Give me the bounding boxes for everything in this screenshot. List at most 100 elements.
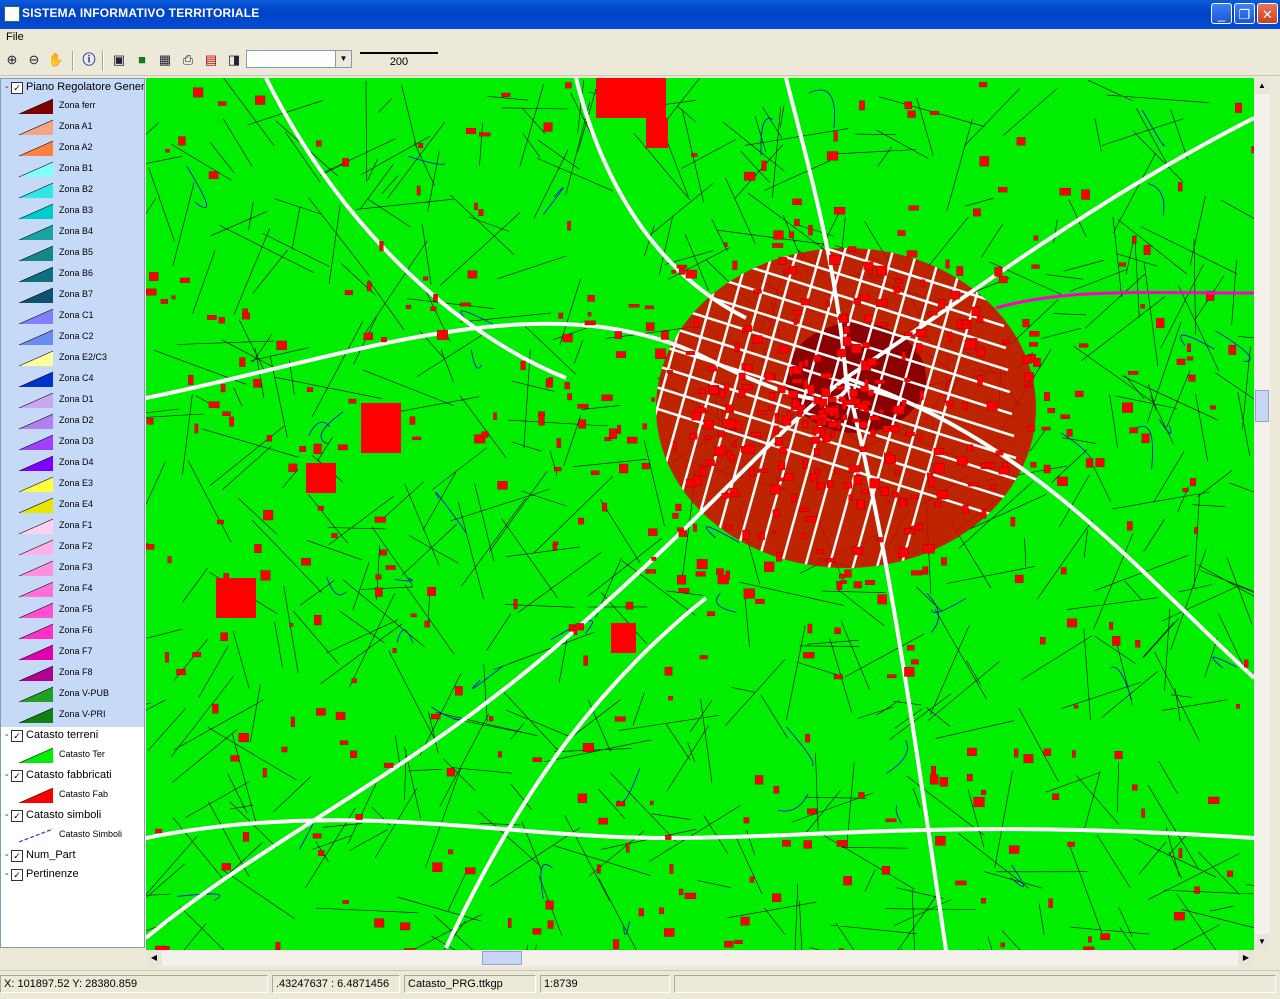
building — [626, 842, 630, 853]
building — [860, 293, 870, 301]
zoom-out-icon[interactable]: ⊖ — [25, 51, 43, 69]
building — [812, 427, 822, 434]
legend-swatch — [18, 644, 54, 661]
legend-item-label: Zona F8 — [59, 667, 93, 677]
vertical-scrollbar[interactable]: ▲ ▼ — [1254, 78, 1270, 950]
building — [917, 433, 923, 439]
checkbox-checked-icon[interactable]: ✓ — [11, 82, 23, 94]
large-building — [216, 578, 256, 618]
building — [532, 928, 542, 935]
checkbox-checked-icon[interactable]: ✓ — [11, 850, 23, 862]
building — [418, 142, 424, 149]
legend-item-zona-v-pri: Zona V-PRI — [15, 705, 144, 725]
building — [549, 377, 553, 384]
zoom-in-icon[interactable]: ⊕ — [3, 51, 21, 69]
building — [754, 775, 764, 785]
legend-group-pertinenze[interactable]: - ✓ Pertinenze — [5, 868, 79, 884]
building — [718, 430, 725, 438]
scroll-left-icon[interactable]: ◀ — [146, 950, 162, 966]
building — [929, 110, 939, 115]
layer-combo[interactable]: ▼ — [246, 50, 352, 68]
building — [859, 100, 865, 111]
legend-group-num-part[interactable]: - ✓ Num_Part — [5, 849, 76, 865]
building — [194, 423, 199, 434]
print-icon[interactable]: ⎙ — [179, 51, 197, 69]
building — [1081, 189, 1090, 200]
building — [188, 374, 194, 385]
building — [1000, 942, 1005, 948]
building — [160, 299, 168, 304]
info-icon[interactable]: ⓘ — [80, 51, 98, 69]
building — [772, 243, 784, 248]
checkbox-checked-icon[interactable]: ✓ — [11, 730, 23, 742]
pan-hand-icon[interactable]: ✋ — [47, 51, 65, 69]
grid-icon[interactable]: ▦ — [156, 51, 174, 69]
close-button[interactable]: ✕ — [1257, 3, 1278, 24]
building — [146, 418, 154, 425]
legend-group-catasto-simboli[interactable]: - ✓ Catasto simboli — [5, 809, 101, 825]
scroll-up-icon[interactable]: ▲ — [1254, 78, 1270, 94]
checkbox-checked-icon[interactable]: ✓ — [11, 770, 23, 782]
vertical-scroll-thumb[interactable] — [1255, 390, 1269, 422]
checkbox-checked-icon[interactable]: ✓ — [11, 810, 23, 822]
status-project: Catasto_PRG.ttkgp — [404, 975, 536, 993]
building — [582, 743, 595, 752]
minimize-button[interactable]: _ — [1211, 3, 1232, 24]
checkbox-checked-icon[interactable]: ✓ — [11, 869, 23, 881]
building — [1067, 841, 1075, 847]
legend-swatch — [18, 434, 54, 451]
building — [826, 151, 839, 161]
building — [355, 814, 363, 820]
building — [678, 888, 684, 896]
building — [844, 569, 852, 578]
legend-group-catasto-terreni[interactable]: - ✓ Catasto terreni — [5, 729, 98, 745]
scroll-right-icon[interactable]: ▶ — [1238, 950, 1254, 966]
building — [1109, 622, 1114, 630]
building — [705, 459, 715, 466]
building — [860, 385, 869, 392]
legend-group-label: Catasto terreni — [26, 729, 99, 741]
building — [794, 219, 800, 227]
building — [853, 475, 863, 485]
building — [910, 495, 919, 500]
legend-item-zona-e2-c3: Zona E2/C3 — [15, 348, 144, 368]
building — [1043, 748, 1051, 756]
map-view-icon[interactable]: ▣ — [110, 51, 128, 69]
legend-item-label: Zona V-PRI — [59, 709, 106, 719]
export-icon[interactable]: ◨ — [225, 51, 243, 69]
building — [1174, 912, 1185, 921]
layer-icon[interactable]: ■ — [133, 51, 151, 69]
building — [778, 461, 786, 470]
scroll-down-icon[interactable]: ▼ — [1254, 934, 1270, 950]
maximize-button[interactable]: ❐ — [1234, 3, 1255, 24]
building — [849, 389, 858, 398]
building — [894, 279, 903, 284]
building — [955, 880, 967, 886]
building — [843, 876, 852, 886]
building — [928, 477, 935, 488]
map-canvas[interactable] — [146, 78, 1254, 950]
menu-file[interactable]: File — [6, 31, 24, 43]
building — [961, 320, 969, 325]
building — [1060, 567, 1067, 575]
building — [616, 801, 626, 807]
legend-item-zona-e3: Zona E3 — [15, 474, 144, 494]
legend-group-prg[interactable]: - ✓ Piano Regolatore Genera — [5, 81, 144, 97]
building — [831, 430, 835, 437]
building — [933, 463, 945, 474]
horizontal-scrollbar[interactable]: ◀ ▶ — [146, 950, 1254, 966]
building — [306, 387, 313, 393]
building — [337, 444, 348, 451]
building — [616, 351, 627, 358]
building — [937, 299, 946, 309]
building — [628, 304, 640, 308]
horizontal-scroll-thumb[interactable] — [482, 951, 522, 965]
building — [867, 358, 877, 366]
legend-item-label: Zona D1 — [59, 394, 94, 404]
building — [707, 611, 715, 617]
building — [769, 392, 775, 401]
legend-group-catasto-fabbricati[interactable]: - ✓ Catasto fabbricati — [5, 769, 112, 785]
building — [1027, 425, 1036, 432]
layer-select-icon[interactable]: ▤ — [202, 51, 220, 69]
chevron-down-icon[interactable]: ▼ — [335, 51, 351, 67]
